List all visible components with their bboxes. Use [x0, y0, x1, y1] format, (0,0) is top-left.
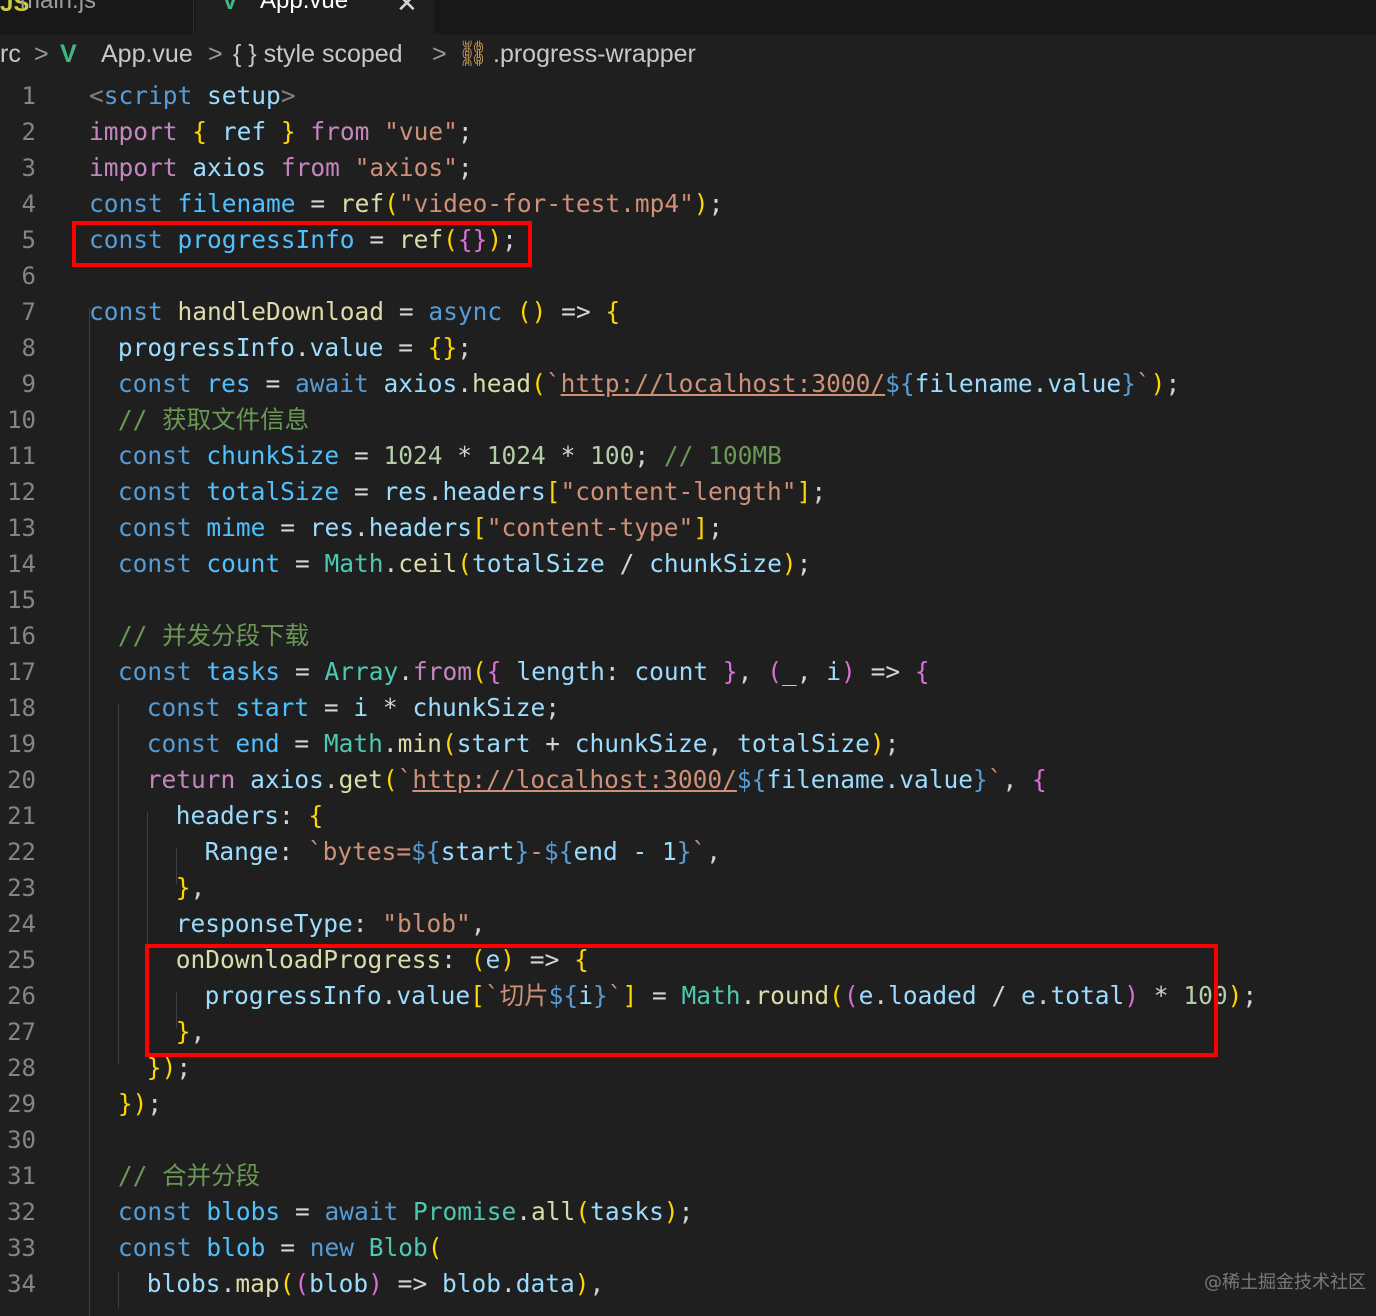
indent-guide	[147, 812, 148, 1028]
chevron-right-icon: >	[208, 40, 223, 68]
line-number: 10	[7, 406, 36, 434]
line-number: 1	[21, 82, 36, 110]
line-number: 17	[7, 658, 36, 686]
line-number: 24	[7, 910, 36, 938]
line-number: 6	[21, 262, 36, 290]
watermark: @稀土掘金技术社区	[1204, 1272, 1366, 1293]
editor-tab-bar: JS main.js V App.vue ✕	[0, 0, 1376, 34]
code-line: <script setup>	[89, 81, 296, 110]
tab-main-js[interactable]: JS main.js	[0, 0, 194, 34]
line-number: 18	[7, 694, 36, 722]
code-line: progressInfo.value[`切片${i}`] = Math.roun…	[204, 981, 1258, 1010]
line-number: 3	[21, 154, 36, 182]
code-line: const filename = ref("video-for-test.mp4…	[89, 189, 724, 218]
chevron-right-icon: >	[432, 40, 447, 68]
code-line: const end = Math.min(start + chunkSize, …	[146, 729, 900, 758]
code-line: // 获取文件信息	[117, 405, 310, 434]
line-number: 2	[21, 118, 36, 146]
line-number: 32	[7, 1198, 36, 1226]
vue-file-icon: V	[222, 0, 239, 15]
code-line: blobs.map((blob) => blob.data),	[146, 1269, 605, 1298]
code-line: // 合并分段	[117, 1161, 261, 1190]
line-number: 22	[7, 838, 36, 866]
line-number: 23	[7, 874, 36, 902]
vue-file-icon: V	[60, 40, 77, 68]
tab-label: main.js	[20, 0, 97, 14]
code-line: const totalSize = res.headers["content-l…	[117, 477, 827, 506]
code-line: responseType: "blob",	[175, 909, 486, 938]
code-line: const blobs = await Promise.all(tasks);	[117, 1197, 694, 1226]
line-number: 21	[7, 802, 36, 830]
code-line: Range: `bytes=${start}-${end - 1}`,	[204, 837, 722, 866]
indent-guide	[118, 1272, 119, 1308]
line-number: 4	[21, 190, 36, 218]
close-icon[interactable]: ✕	[396, 0, 418, 19]
line-number: 33	[7, 1234, 36, 1262]
tab-label: App.vue	[260, 0, 349, 14]
code-line: });	[117, 1089, 163, 1118]
code-line: });	[146, 1053, 192, 1082]
code-line: progressInfo.value = {};	[117, 333, 473, 362]
code-line: const blob = new Blob(	[117, 1233, 443, 1262]
indent-guide	[118, 704, 119, 1064]
code-line: },	[175, 873, 206, 902]
code-line: const start = i * chunkSize;	[146, 693, 560, 722]
code-line: headers: {	[175, 801, 324, 830]
chevron-right-icon: >	[34, 40, 49, 68]
code-line: const handleDownload = async () => {	[89, 297, 621, 326]
breadcrumb-section[interactable]: { } style scoped	[233, 40, 403, 69]
line-number: 13	[7, 514, 36, 542]
code-line: // 并发分段下载	[117, 621, 310, 650]
breadcrumb-root[interactable]: rc	[0, 40, 21, 69]
line-number: 7	[21, 298, 36, 326]
line-number: 19	[7, 730, 36, 758]
line-number: 28	[7, 1054, 36, 1082]
code-line: return axios.get(`http://localhost:3000/…	[146, 765, 1047, 794]
line-number: 14	[7, 550, 36, 578]
code-line: const mime = res.headers["content-type"]…	[117, 513, 723, 542]
line-number: 16	[7, 622, 36, 650]
indent-guide	[89, 308, 90, 1316]
code-line: const res = await axios.head(`http://loc…	[117, 369, 1181, 398]
code-line: onDownloadProgress: (e) => {	[175, 945, 589, 974]
line-number: 30	[7, 1126, 36, 1154]
code-line: const tasks = Array.from({ length: count…	[117, 657, 930, 686]
line-number: 29	[7, 1090, 36, 1118]
line-number: 11	[7, 442, 36, 470]
line-number: 26	[7, 982, 36, 1010]
breadcrumb-symbol[interactable]: .progress-wrapper	[493, 40, 696, 69]
code-line: import axios from "axios";	[89, 153, 473, 182]
tab-app-vue[interactable]: V App.vue ✕	[196, 0, 434, 34]
code-line: import { ref } from "vue";	[89, 117, 473, 146]
code-line: const count = Math.ceil(totalSize / chun…	[117, 549, 812, 578]
line-number: 12	[7, 478, 36, 506]
line-number: 15	[7, 586, 36, 614]
code-line: },	[175, 1017, 206, 1046]
code-line: const progressInfo = ref({});	[89, 225, 517, 254]
code-line: const chunkSize = 1024 * 1024 * 100; // …	[117, 441, 782, 470]
line-number: 5	[21, 226, 36, 254]
line-number: 31	[7, 1162, 36, 1190]
line-number: 8	[21, 334, 36, 362]
line-number: 20	[7, 766, 36, 794]
line-number: 25	[7, 946, 36, 974]
line-number: 34	[7, 1270, 36, 1298]
line-number: 9	[21, 370, 36, 398]
breadcrumb-file[interactable]: App.vue	[101, 40, 193, 69]
line-number: 27	[7, 1018, 36, 1046]
css-symbol-icon: ⛓	[457, 40, 489, 68]
breadcrumb: rc > V App.vue > { } style scoped > ⛓ .p…	[0, 38, 1376, 74]
